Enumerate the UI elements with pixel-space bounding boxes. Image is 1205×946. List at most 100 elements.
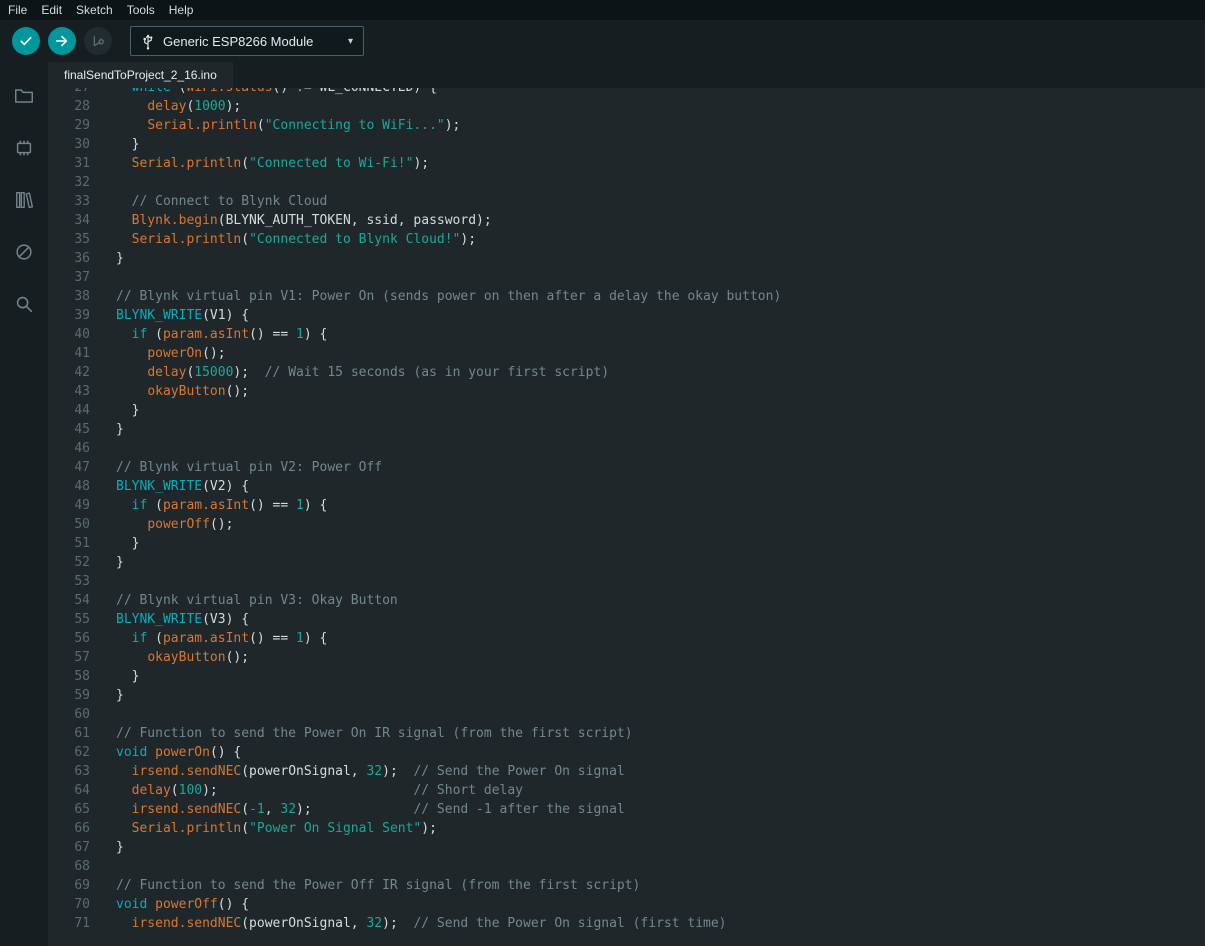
code-line[interactable]: 44 } <box>48 401 1205 420</box>
code-line[interactable]: 49 if (param.asInt() == 1) { <box>48 496 1205 515</box>
line-number: 39 <box>48 306 92 325</box>
code-line[interactable]: 61// Function to send the Power On IR si… <box>48 724 1205 743</box>
code-line[interactable]: 63 irsend.sendNEC(powerOnSignal, 32); //… <box>48 762 1205 781</box>
line-number: 37 <box>48 268 92 287</box>
toolbar: Generic ESP8266 Module ▾ <box>0 20 1205 62</box>
code-line[interactable]: 38// Blynk virtual pin V1: Power On (sen… <box>48 287 1205 306</box>
code-line[interactable]: 47// Blynk virtual pin V2: Power Off <box>48 458 1205 477</box>
line-number: 40 <box>48 325 92 344</box>
code-line[interactable]: 70void powerOff() { <box>48 895 1205 914</box>
code-line[interactable]: 39BLYNK_WRITE(V1) { <box>48 306 1205 325</box>
line-number: 49 <box>48 496 92 515</box>
line-number: 28 <box>48 97 92 116</box>
code-line[interactable]: 34 Blynk.begin(BLYNK_AUTH_TOKEN, ssid, p… <box>48 211 1205 230</box>
code-line[interactable]: 46 <box>48 439 1205 458</box>
code-line[interactable]: 51 } <box>48 534 1205 553</box>
code-line[interactable]: 28 delay(1000); <box>48 97 1205 116</box>
code-line[interactable]: 69// Function to send the Power Off IR s… <box>48 876 1205 895</box>
board-selector[interactable]: Generic ESP8266 Module ▾ <box>130 26 364 56</box>
code-line[interactable]: 67} <box>48 838 1205 857</box>
code-line[interactable]: 68 <box>48 857 1205 876</box>
code-line[interactable]: 57 okayButton(); <box>48 648 1205 667</box>
tab-label: finalSendToProject_2_16.ino <box>64 68 217 82</box>
line-number: 70 <box>48 895 92 914</box>
code-line[interactable]: 59} <box>48 686 1205 705</box>
code-line[interactable]: 43 okayButton(); <box>48 382 1205 401</box>
tab-sketch[interactable]: finalSendToProject_2_16.ino <box>48 62 233 88</box>
sidebar-item-boards-manager[interactable] <box>0 122 48 174</box>
search-icon <box>13 293 35 315</box>
debug-button[interactable] <box>84 27 112 55</box>
line-number: 45 <box>48 420 92 439</box>
code-line[interactable]: 35 Serial.println("Connected to Blynk Cl… <box>48 230 1205 249</box>
line-number: 61 <box>48 724 92 743</box>
code-line[interactable]: 55BLYNK_WRITE(V3) { <box>48 610 1205 629</box>
line-number: 27 <box>48 88 92 97</box>
line-number: 35 <box>48 230 92 249</box>
line-number: 44 <box>48 401 92 420</box>
line-number: 53 <box>48 572 92 591</box>
code-editor[interactable]: 27 while (WiFi.status() != WL_CONNECTED)… <box>48 88 1205 946</box>
line-number: 66 <box>48 819 92 838</box>
menu-help[interactable]: Help <box>169 3 204 17</box>
code-line[interactable]: 31 Serial.println("Connected to Wi-Fi!")… <box>48 154 1205 173</box>
books-icon <box>13 189 35 211</box>
line-number: 48 <box>48 477 92 496</box>
code-line[interactable]: 64 delay(100); // Short delay <box>48 781 1205 800</box>
code-line[interactable]: 60 <box>48 705 1205 724</box>
menu-sketch[interactable]: Sketch <box>76 3 123 17</box>
code-line[interactable]: 36} <box>48 249 1205 268</box>
menu-edit[interactable]: Edit <box>41 3 72 17</box>
activity-bar <box>0 62 48 946</box>
line-number: 56 <box>48 629 92 648</box>
verify-button[interactable] <box>12 27 40 55</box>
code-line[interactable]: 54// Blynk virtual pin V3: Okay Button <box>48 591 1205 610</box>
code-line[interactable]: 30 } <box>48 135 1205 154</box>
sidebar-item-library-manager[interactable] <box>0 174 48 226</box>
upload-button[interactable] <box>48 27 76 55</box>
code-line[interactable]: 48BLYNK_WRITE(V2) { <box>48 477 1205 496</box>
code-line[interactable]: 42 delay(15000); // Wait 15 seconds (as … <box>48 363 1205 382</box>
line-number: 58 <box>48 667 92 686</box>
code-line[interactable]: 65 irsend.sendNEC(-1, 32); // Send -1 af… <box>48 800 1205 819</box>
line-number: 51 <box>48 534 92 553</box>
code-line[interactable]: 32 <box>48 173 1205 192</box>
code-lines: 27 while (WiFi.status() != WL_CONNECTED)… <box>48 88 1205 933</box>
line-number: 57 <box>48 648 92 667</box>
code-line[interactable]: 41 powerOn(); <box>48 344 1205 363</box>
line-number: 31 <box>48 154 92 173</box>
line-number: 52 <box>48 553 92 572</box>
line-number: 47 <box>48 458 92 477</box>
code-line[interactable]: 50 powerOff(); <box>48 515 1205 534</box>
line-number: 65 <box>48 800 92 819</box>
code-line[interactable]: 29 Serial.println("Connecting to WiFi...… <box>48 116 1205 135</box>
code-line[interactable]: 33 // Connect to Blynk Cloud <box>48 192 1205 211</box>
start-debug-icon <box>90 33 106 49</box>
code-line[interactable]: 62void powerOn() { <box>48 743 1205 762</box>
chevron-down-icon: ▾ <box>348 36 353 47</box>
line-number: 29 <box>48 116 92 135</box>
board-selector-label: Generic ESP8266 Module <box>163 34 334 49</box>
sidebar-item-search[interactable] <box>0 278 48 330</box>
line-number: 30 <box>48 135 92 154</box>
code-line[interactable]: 56 if (param.asInt() == 1) { <box>48 629 1205 648</box>
menu-file[interactable]: File <box>8 3 37 17</box>
board-icon <box>13 137 35 159</box>
code-line[interactable]: 45} <box>48 420 1205 439</box>
code-line[interactable]: 71 irsend.sendNEC(powerOnSignal, 32); //… <box>48 914 1205 933</box>
sidebar-item-debug[interactable] <box>0 226 48 278</box>
code-line[interactable]: 40 if (param.asInt() == 1) { <box>48 325 1205 344</box>
code-line[interactable]: 27 while (WiFi.status() != WL_CONNECTED)… <box>48 88 1205 97</box>
menu-tools[interactable]: Tools <box>127 3 165 17</box>
code-line[interactable]: 66 Serial.println("Power On Signal Sent"… <box>48 819 1205 838</box>
line-number: 64 <box>48 781 92 800</box>
line-number: 62 <box>48 743 92 762</box>
line-number: 34 <box>48 211 92 230</box>
code-line[interactable]: 53 <box>48 572 1205 591</box>
code-line[interactable]: 58 } <box>48 667 1205 686</box>
sidebar-item-sketchbook[interactable] <box>0 70 48 122</box>
line-number: 33 <box>48 192 92 211</box>
code-line[interactable]: 52} <box>48 553 1205 572</box>
code-line[interactable]: 37 <box>48 268 1205 287</box>
line-number: 46 <box>48 439 92 458</box>
